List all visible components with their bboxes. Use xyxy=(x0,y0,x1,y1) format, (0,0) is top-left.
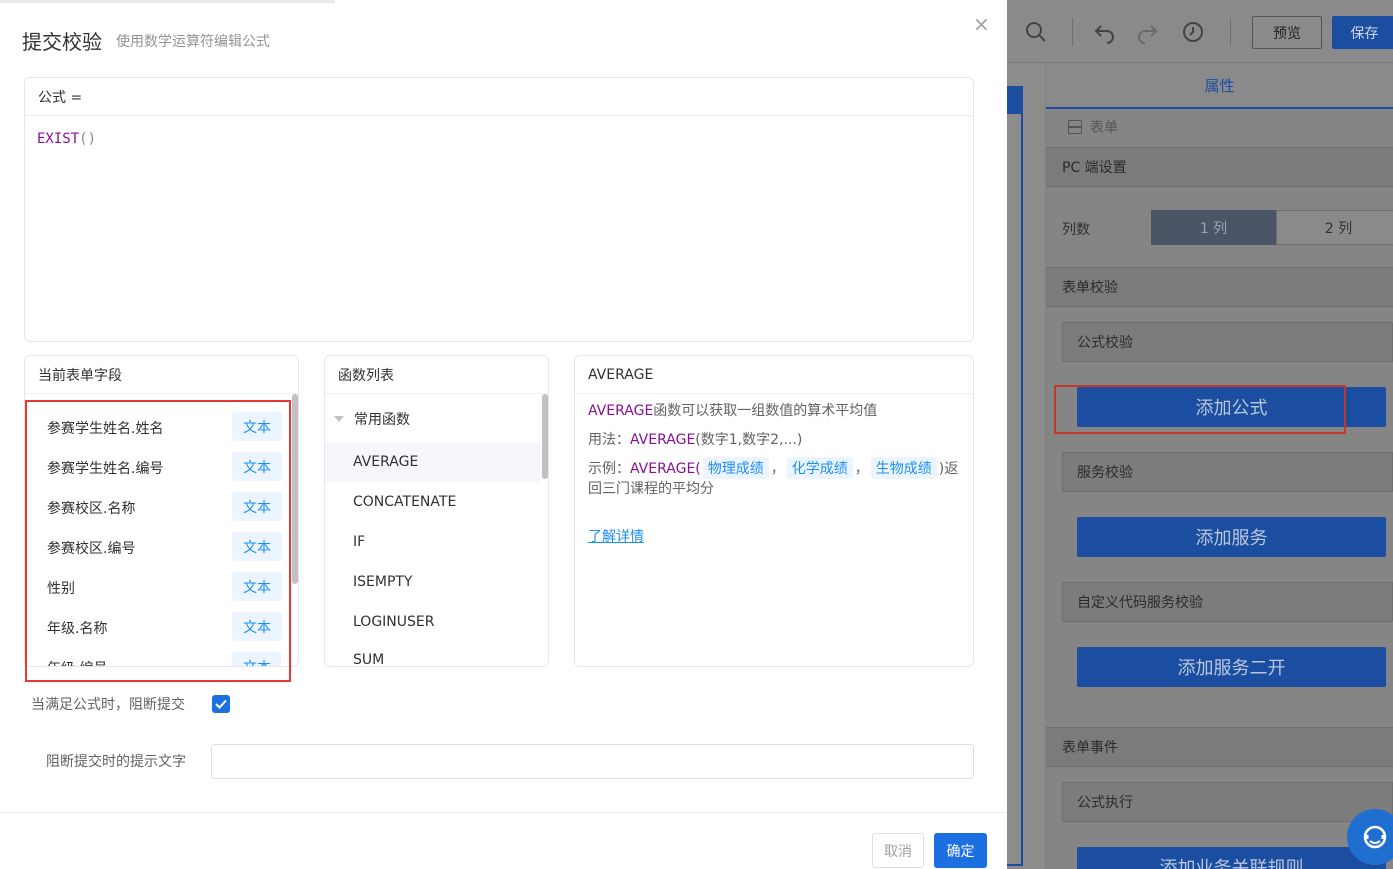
custom-code-validation-header: 自定义代码服务校验 xyxy=(1062,582,1393,622)
section-pc-settings[interactable]: PC 端设置 xyxy=(1046,147,1393,187)
save-button[interactable]: 保存 xyxy=(1332,16,1393,49)
toolbar-divider xyxy=(1230,18,1231,46)
history-icon[interactable] xyxy=(1181,20,1205,44)
block-submit-checkbox[interactable] xyxy=(212,695,230,713)
functions-title: 函数列表 xyxy=(325,356,548,394)
add-service-button[interactable]: 添加服务 xyxy=(1077,517,1386,557)
canvas-selection-handle xyxy=(1007,86,1023,114)
confirm-button[interactable]: 确定 xyxy=(934,833,987,868)
hint-text-input[interactable] xyxy=(211,744,974,779)
add-business-rule-button[interactable]: 添加业务关联规则 xyxy=(1077,847,1386,869)
service-validation-header: 服务校验 xyxy=(1062,452,1393,492)
canvas-selection-border xyxy=(1007,86,1023,866)
example-tail: )返 xyxy=(938,461,959,477)
function-item[interactable]: ISEMPTY xyxy=(325,562,540,602)
check-icon xyxy=(215,699,227,709)
usage-args: (数字1,数字2,...) xyxy=(695,432,803,448)
example-fn: AVERAGE( xyxy=(630,461,701,477)
section-form-events[interactable]: 表单事件 xyxy=(1046,727,1393,767)
formula-exec-header: 公式执行 xyxy=(1062,782,1393,822)
function-item[interactable]: AVERAGE xyxy=(325,442,540,482)
formula-code[interactable]: EXIST() xyxy=(37,131,96,147)
example-chip: 物理成绩 xyxy=(702,457,769,479)
fields-scrollbar[interactable] xyxy=(292,394,298,584)
function-item[interactable]: CONCATENATE xyxy=(325,482,540,522)
functions-scrollbar[interactable] xyxy=(542,394,548,479)
formula-function: EXIST xyxy=(37,131,80,147)
dialog-subtitle: 使用数学运算符编辑公式 xyxy=(116,34,270,50)
dialog-title: 提交校验 xyxy=(22,30,102,54)
redo-icon[interactable] xyxy=(1136,20,1160,44)
highlight-box xyxy=(25,400,291,682)
description-example-line2: 回三门课程的平均分 xyxy=(588,481,714,497)
columns-option-1[interactable]: 1 列 xyxy=(1151,210,1276,245)
highlight-box xyxy=(1054,385,1346,434)
function-item[interactable]: LOGINUSER xyxy=(325,602,540,642)
add-service-dev-button[interactable]: 添加服务二开 xyxy=(1077,647,1386,687)
description-usage: 用法：AVERAGE(数字1,数字2,...) xyxy=(588,429,802,449)
preview-button[interactable]: 预览 xyxy=(1252,16,1322,49)
formula-label: 公式 = xyxy=(25,78,973,116)
caret-down-icon xyxy=(334,416,344,422)
fields-title: 当前表单字段 xyxy=(25,356,298,394)
function-item[interactable]: SUM xyxy=(325,642,540,666)
desc-text: 函数可以获取一组数值的算术平均值 xyxy=(653,403,878,419)
description-example: 示例：AVERAGE(物理成绩，化学成绩，生物成绩)返 xyxy=(588,457,958,479)
formula-editor[interactable]: 公式 = EXIST() xyxy=(24,77,974,342)
example-sep: ， xyxy=(770,461,785,477)
description-title: AVERAGE xyxy=(575,356,973,394)
form-icon xyxy=(1068,120,1082,134)
description-summary: AVERAGE函数可以获取一组数值的算术平均值 xyxy=(588,400,877,420)
dialog-footer-divider xyxy=(0,812,1007,813)
usage-fn: AVERAGE xyxy=(630,432,696,448)
search-icon[interactable] xyxy=(1024,20,1048,44)
function-group-label: 常用函数 xyxy=(354,412,410,428)
toolbar-divider xyxy=(1072,18,1073,46)
example-chip: 化学成绩 xyxy=(786,457,853,479)
example-label: 示例： xyxy=(588,461,630,477)
dialog-top-line xyxy=(0,0,335,3)
undo-icon[interactable] xyxy=(1092,20,1116,44)
usage-label: 用法： xyxy=(588,432,630,448)
example-sep: ， xyxy=(854,461,869,477)
function-item[interactable]: IF xyxy=(325,522,540,562)
hint-text-label: 阻断提交时的提示文字 xyxy=(46,754,186,770)
close-icon[interactable]: × xyxy=(973,14,990,34)
learn-more-link[interactable]: 了解详情 xyxy=(588,526,644,546)
columns-option-2[interactable]: 2 列 xyxy=(1276,210,1393,245)
columns-label: 列数 xyxy=(1062,222,1090,238)
tab-properties[interactable]: 属性 xyxy=(1046,63,1393,109)
breadcrumb-label: 表单 xyxy=(1090,120,1118,136)
formula-parens: () xyxy=(79,131,97,147)
example-chip: 生物成绩 xyxy=(870,457,937,479)
cancel-button[interactable]: 取消 xyxy=(872,833,924,868)
breadcrumb: 表单 xyxy=(1068,117,1118,137)
desc-fn: AVERAGE xyxy=(588,403,654,419)
function-group-common[interactable]: 常用函数 xyxy=(334,409,410,429)
formula-validation-header: 公式校验 xyxy=(1062,322,1393,362)
block-submit-label: 当满足公式时，阻断提交 xyxy=(31,697,185,713)
section-form-validation[interactable]: 表单校验 xyxy=(1046,267,1393,307)
